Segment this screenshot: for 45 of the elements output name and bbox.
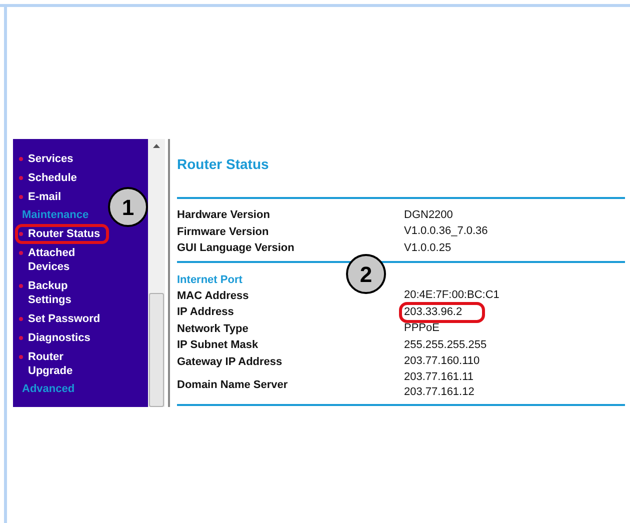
bullet-icon <box>19 355 23 359</box>
scrollbar-thumb[interactable] <box>149 293 164 407</box>
bullet-icon <box>19 232 23 236</box>
menu-link[interactable]: Diagnostics <box>18 331 96 345</box>
section-heading: Internet Port <box>177 274 242 286</box>
field-value: 20:4E:7F:00:BC:C1 <box>403 288 500 304</box>
field-label: IP Address <box>177 305 235 320</box>
step-number-badge: 2 <box>346 254 386 294</box>
field-value: 203.33.96.2 <box>402 304 482 320</box>
menu-section-heading: Maintenance <box>22 209 89 221</box>
field-value: V1.0.0.25 <box>403 240 452 256</box>
bullet-icon <box>19 251 23 255</box>
field-label: MAC Address <box>177 288 250 304</box>
field-label: Hardware Version <box>177 208 271 223</box>
field-value: PPPoE <box>403 321 440 336</box>
menu-link[interactable]: Schedule <box>18 171 83 185</box>
bullet-icon <box>19 195 23 199</box>
field-value: 203.77.161.11 <box>403 370 475 385</box>
menu-link[interactable]: Backup Settings <box>18 279 112 307</box>
menu-link[interactable]: Services <box>18 152 80 166</box>
bullet-icon <box>19 284 23 288</box>
field-label: GUI Language Version <box>177 241 296 256</box>
field-label: Gateway IP Address <box>177 354 284 370</box>
menu-section-heading: Advanced <box>22 383 75 395</box>
field-label: IP Subnet Mask <box>177 338 260 353</box>
scrollbar[interactable] <box>148 139 165 407</box>
field-value: V1.0.0.36_7.0.36 <box>403 224 489 240</box>
page-title: Router Status <box>177 155 270 174</box>
scroll-up-icon[interactable] <box>153 144 160 148</box>
menu-link[interactable]: E-mail <box>18 190 68 204</box>
field-label: Network Type <box>177 322 250 336</box>
bullet-icon <box>19 317 23 321</box>
bullet-icon <box>19 157 23 161</box>
field-label: Domain Name Server <box>177 378 289 393</box>
field-label: Firmware Version <box>177 224 270 240</box>
menu-link[interactable]: Set Password <box>18 312 106 326</box>
bullet-icon <box>19 176 23 180</box>
field-value: DGN2200 <box>403 208 454 223</box>
field-value: 255.255.255.255 <box>403 338 488 353</box>
bullet-icon <box>19 336 23 340</box>
field-value: 203.77.160.110 <box>403 354 481 370</box>
field-value: 203.77.161.12 <box>403 385 476 400</box>
menu-link[interactable]: Attached Devices <box>18 246 112 274</box>
menu-link[interactable]: Router Status <box>18 227 106 241</box>
menu-link[interactable]: Router Upgrade <box>18 350 112 378</box>
